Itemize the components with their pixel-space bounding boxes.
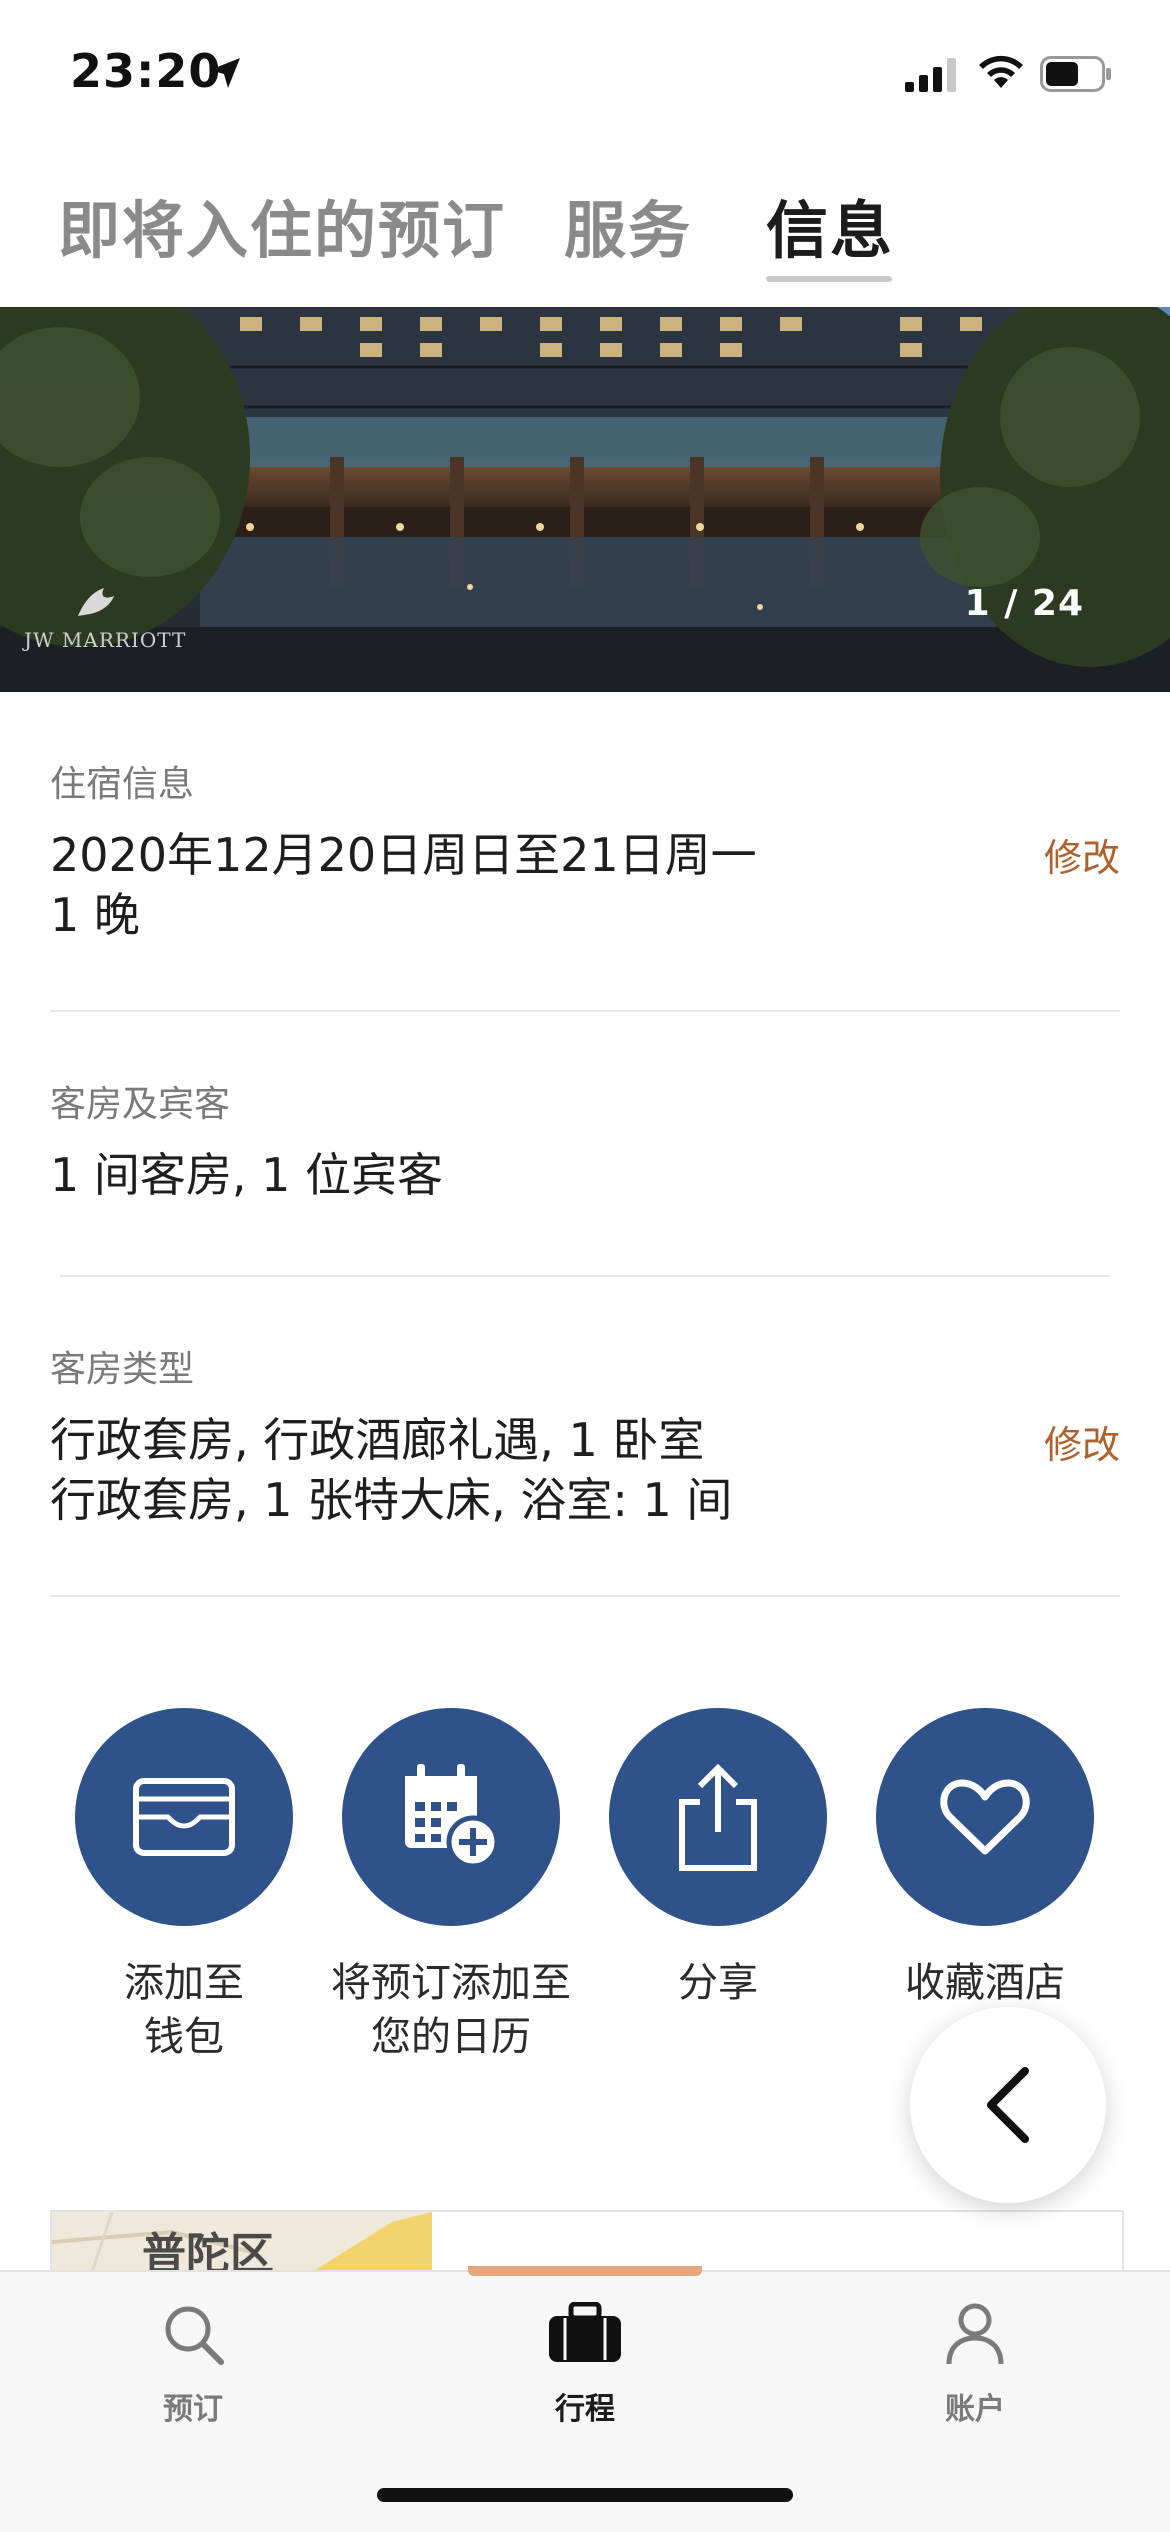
wifi-icon [979,55,1023,88]
tab-upcoming-bookings[interactable]: 即将入住的预订 [58,180,506,270]
add-to-calendar-label-1: 将预订添加至 [331,1960,571,2006]
back-button[interactable] [910,2007,1106,2203]
add-to-wallet-button[interactable]: 添加至 钱包 [54,1708,314,2064]
bottom-tab-account-label: 账户 [945,2392,1005,2427]
room-type-label: 客房类型 [50,1349,195,1390]
share-circle[interactable] [609,1708,827,1926]
bottom-tab-trips[interactable]: 行程 [485,2301,685,2428]
stay-info-section: 住宿信息 2020年12月20日周日至21日周一 1 晚 修改 [50,755,1120,955]
tab-services[interactable]: 服务 [564,180,692,270]
photo-counter: 1 / 24 [964,583,1084,624]
heart-icon [940,1779,1030,1855]
divider [60,1275,1110,1277]
add-to-wallet-circle[interactable] [75,1708,293,1926]
active-tab-indicator [468,2266,702,2276]
stay-info-label: 住宿信息 [50,764,195,805]
battery-icon [1040,56,1111,92]
add-to-calendar-button[interactable]: 将预订添加至 您的日历 [321,1708,581,2064]
bottom-tab-book[interactable]: 预订 [93,2302,293,2428]
favorite-hotel-label: 收藏酒店 [905,1960,1065,2006]
bottom-tab-book-label: 预订 [163,2392,223,2427]
cellular-signal-icon [905,58,956,92]
top-tab-bar: 即将入住的预订 服务 信息 [0,180,1170,290]
brand-text: JW MARRIOTT [24,628,187,652]
bottom-tab-trips-label: 行程 [555,2392,615,2427]
calendar-add-icon [405,1764,500,1869]
stay-dates: 2020年12月20日周日至21日周一 [50,828,757,882]
chevron-left-icon [987,2067,1029,2143]
room-type-line1: 行政套房, 行政酒廊礼遇, 1 卧室 [50,1413,705,1467]
divider [50,1010,1120,1012]
add-to-calendar-circle[interactable] [342,1708,560,1926]
room-type-line2: 行政套房, 1 张特大床, 浴室: 1 间 [50,1473,733,1527]
status-bar: 23:20 [0,0,1170,150]
map-preview[interactable]: 普陀区 [50,2210,1124,2272]
rooms-guests-label: 客房及宾客 [50,1084,231,1125]
edit-room-type-button[interactable]: 修改 [1044,1414,1120,1469]
favorite-hotel-circle[interactable] [876,1708,1094,1926]
hotel-info-screen: 23:20 即将入住的预订 服务 信息 JW MARRIOTT 1 / 24 住… [0,0,1170,2532]
add-to-wallet-label-2: 钱包 [144,2014,224,2060]
brand-emblem-icon [78,588,114,616]
favorite-hotel-button[interactable]: 收藏酒店 [855,1708,1115,2010]
bottom-tab-account[interactable]: 账户 [875,2302,1075,2428]
share-label: 分享 [678,1960,758,2006]
location-arrow-icon [210,58,240,88]
wallet-icon [133,1778,235,1856]
edit-stay-button[interactable]: 修改 [1044,827,1120,882]
add-to-calendar-label-2: 您的日历 [371,2014,531,2060]
rooms-guests-value: 1 间客房, 1 位宾客 [50,1148,444,1202]
hotel-photo-carousel[interactable]: JW MARRIOTT 1 / 24 [0,307,1170,692]
rooms-guests-section: 客房及宾客 1 间客房, 1 位宾客 [50,1075,1120,1202]
person-icon [946,2303,1004,2365]
map-district-label: 普陀区 [142,2229,274,2272]
divider [50,1595,1120,1597]
share-icon [679,1763,757,1871]
room-type-section: 客房类型 行政套房, 行政酒廊礼遇, 1 卧室 行政套房, 1 张特大床, 浴室… [50,1340,1120,1540]
stay-nights: 1 晚 [50,888,140,942]
share-button[interactable]: 分享 [588,1708,848,2010]
suitcase-icon [549,2301,621,2362]
add-to-wallet-label-1: 添加至 [124,1960,244,2006]
status-time: 23:20 [70,44,222,98]
tab-info[interactable]: 信息 [766,180,894,270]
active-tab-underline [766,276,892,282]
home-indicator [377,2488,793,2502]
search-icon [165,2306,224,2365]
map-thumbnail[interactable]: 普陀区 [52,2212,432,2272]
